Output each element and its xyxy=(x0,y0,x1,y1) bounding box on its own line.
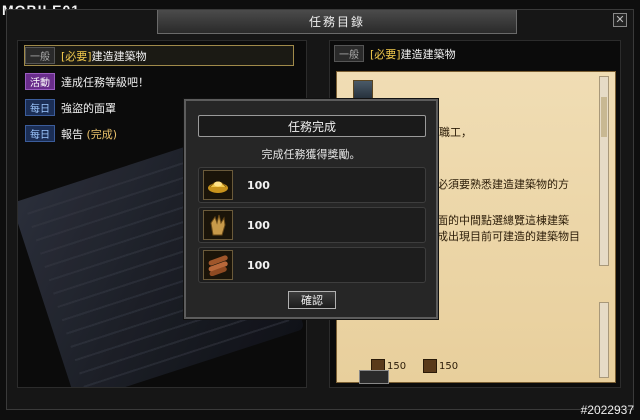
detail-title: [必要]建造建築物 xyxy=(370,47,456,61)
description-line: 職工， xyxy=(439,126,472,139)
reward-value: 100 xyxy=(247,218,270,232)
description-line: 成出現目前可建造的建築物目 xyxy=(437,230,580,243)
quest-item[interactable]: 一般 [必要]建造建築物 xyxy=(24,45,294,66)
reward-slot-button[interactable] xyxy=(359,370,389,384)
quest-item[interactable]: 活動 達成任務等級吧！ xyxy=(24,71,294,92)
quest-complete-dialog: 任務完成 完成任務獲得獎勵。 100 100 100 確認 xyxy=(184,99,438,319)
reward-row: 100 xyxy=(198,167,426,203)
quest-tag: 活動 xyxy=(25,73,55,90)
reward-value: 100 xyxy=(247,258,270,272)
gold-ingot-icon xyxy=(203,170,233,200)
description-scrollbar[interactable] xyxy=(599,76,609,266)
quest-title: 強盜的面罩 xyxy=(61,101,116,115)
wood-logs-icon xyxy=(203,250,233,280)
quest-tag: 每日 xyxy=(25,125,55,142)
wood-logs-icon xyxy=(423,359,437,373)
scrollbar-thumb[interactable] xyxy=(601,97,607,137)
window-title: 任務目錄 xyxy=(157,10,517,34)
quest-title: [必要]建造建築物 xyxy=(61,49,147,63)
reward-row: 100 xyxy=(198,247,426,283)
gauntlet-icon xyxy=(203,210,233,240)
description-line: 必須要熟悉建造建築物的方 xyxy=(437,178,569,191)
detail-tag: 一般 xyxy=(334,45,364,62)
quest-tag: 一般 xyxy=(25,47,55,64)
quest-tag: 每日 xyxy=(25,99,55,116)
close-button[interactable]: ✕ xyxy=(613,13,627,27)
quest-title: 達成任務等級吧！ xyxy=(61,75,149,89)
dialog-title: 任務完成 xyxy=(198,115,426,137)
quest-title: 報告 (完成) xyxy=(61,127,118,141)
description-line: 面的中間點選總覽這棟建築 xyxy=(437,214,569,227)
rewards-scrollbar[interactable] xyxy=(599,302,609,378)
dialog-subtitle: 完成任務獲得獎勵。 xyxy=(261,148,361,161)
confirm-button[interactable]: 確認 xyxy=(288,291,336,309)
detail-reward: 150 xyxy=(423,359,458,373)
watermark-post-id: #2022937 xyxy=(580,403,634,417)
reward-row: 100 xyxy=(198,207,426,243)
reward-value: 100 xyxy=(247,178,270,192)
detail-header: 一般 [必要]建造建築物 xyxy=(334,45,456,62)
